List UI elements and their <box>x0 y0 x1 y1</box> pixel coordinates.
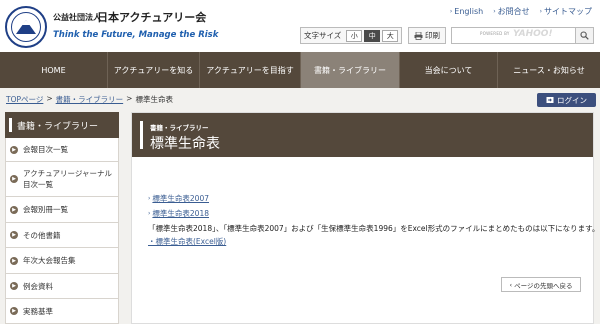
chevron-right-icon: › <box>449 8 453 15</box>
print-label: 印刷 <box>425 31 440 40</box>
excel-download-link[interactable]: ・標準生命表(Excel版) <box>148 236 226 247</box>
back-to-top-label: ページの先頭へ戻る <box>514 281 573 290</box>
sidebar-item-label: 例会資料 <box>23 281 53 291</box>
top-links: › English › お問合せ › サイトマップ <box>450 6 592 17</box>
search-button[interactable] <box>575 28 593 43</box>
sidebar-header: 書籍・ライブラリー <box>5 112 119 138</box>
nav-books-library[interactable]: 書籍・ライブラリー <box>301 52 400 88</box>
breadcrumb-separator: > <box>46 94 53 103</box>
nav-about-us[interactable]: 当会について <box>400 52 498 88</box>
sidebar-item-bulletin-supplement[interactable]: ▶ 会報別冊一覧 <box>5 197 119 223</box>
tagline: Think the Future, Manage the Risk <box>53 30 219 40</box>
breadcrumb-current: 標準生命表 <box>135 95 173 104</box>
org-prefix: 公益社団法人 <box>53 13 101 22</box>
sidebar-item-label: アクチュアリージャーナル目次一覧 <box>23 169 112 189</box>
nav-news[interactable]: ニュース・お知らせ <box>498 52 600 88</box>
chevron-right-icon: ▶ <box>10 307 18 315</box>
sidebar-item-journal-index[interactable]: ▶ アクチュアリージャーナル目次一覧 <box>5 162 119 197</box>
search-box: POWERED BY YAHOO! <box>451 27 594 44</box>
chevron-right-icon: › <box>148 195 151 202</box>
nav-about-actuary[interactable]: アクチュアリーを知る <box>108 52 200 88</box>
sidebar-item-label: 会報目次一覧 <box>23 145 68 154</box>
breadcrumb-top[interactable]: TOPページ <box>6 94 43 105</box>
main-content: 書籍・ライブラリー 標準生命表 › 標準生命表2007 › 標準生命表2018 … <box>131 112 599 324</box>
org-name[interactable]: 日本アクチュアリー会 <box>97 9 206 25</box>
login-label: ログイン <box>557 95 587 105</box>
sidebar-header-accent <box>9 118 12 132</box>
chevron-right-icon: › <box>493 8 496 15</box>
font-size-small-button[interactable]: 小 <box>346 29 363 42</box>
sitemap-link[interactable]: › サイトマップ <box>540 6 592 17</box>
chevron-right-icon: › <box>539 8 542 15</box>
nav-home[interactable]: HOME <box>0 52 108 88</box>
chevron-right-icon: ▶ <box>10 231 18 239</box>
chevron-right-icon: › <box>148 210 151 217</box>
chevron-right-icon: ▶ <box>10 282 18 290</box>
back-to-top-button[interactable]: ‹ ページの先頭へ戻る <box>501 277 581 292</box>
description-text: 「標準生命表2018」、「標準生命表2007」および「生保標準生命表1996」を… <box>148 224 600 233</box>
printer-icon <box>414 31 423 40</box>
chevron-right-icon: ▶ <box>10 175 18 183</box>
search-input[interactable] <box>453 29 574 42</box>
sidebar-item-practice-standards[interactable]: ▶ 実務基準 <box>5 299 119 324</box>
main-nav: HOME アクチュアリーを知る アクチュアリーを目指す 書籍・ライブラリー 当会… <box>0 52 600 88</box>
contact-link[interactable]: › お問合せ <box>493 6 529 17</box>
search-icon <box>580 31 589 40</box>
page-title-bar: 書籍・ライブラリー 標準生命表 <box>132 113 593 157</box>
sidebar-item-meeting-materials[interactable]: ▶ 例会資料 <box>5 274 119 299</box>
chevron-right-icon: ▶ <box>10 205 18 214</box>
sidebar-item-annual-meeting[interactable]: ▶ 年次大会報告集 <box>5 248 119 274</box>
page-subtitle: 書籍・ライブラリー <box>150 124 209 132</box>
chevron-right-icon: ▶ <box>10 256 18 265</box>
site-header: 公益社団法人 日本アクチュアリー会 Think the Future, Mana… <box>0 0 600 52</box>
sidebar-item-label: 年次大会報告集 <box>23 256 76 265</box>
breadcrumb-library[interactable]: 書籍・ライブラリー <box>56 94 124 105</box>
font-size-label: 文字サイズ <box>304 31 342 40</box>
print-button[interactable]: 印刷 <box>408 27 446 44</box>
sidebar-item-other-books[interactable]: ▶ その他書籍 <box>5 223 119 248</box>
life-table-2018-link[interactable]: › 標準生命表2018 <box>148 208 209 219</box>
font-size-large-button[interactable]: 大 <box>382 29 399 42</box>
life-table-2007-link[interactable]: › 標準生命表2007 <box>148 193 209 204</box>
nav-become-actuary[interactable]: アクチュアリーを目指す <box>200 52 301 88</box>
english-link[interactable]: › English <box>450 6 483 17</box>
login-button[interactable]: ログイン <box>537 93 596 107</box>
page-title: 標準生命表 <box>150 136 220 152</box>
sidebar-item-label: 会報別冊一覧 <box>23 205 68 214</box>
sidebar-item-bulletin-index[interactable]: ▶ 会報目次一覧 <box>5 138 119 162</box>
breadcrumb: TOPページ > 書籍・ライブラリー > 標準生命表 <box>6 94 173 105</box>
logo-seal[interactable] <box>5 6 47 48</box>
sidebar-item-label: 実務基準 <box>23 306 53 316</box>
chevron-up-icon: ‹ <box>509 280 513 289</box>
sidebar-item-label: その他書籍 <box>23 230 61 240</box>
font-size-medium-button[interactable]: 中 <box>364 29 381 42</box>
chevron-right-icon: ▶ <box>10 145 18 154</box>
font-size-selector: 文字サイズ 小 中 大 <box>300 27 403 44</box>
sidebar: 書籍・ライブラリー ▶ 会報目次一覧 ▶ アクチュアリージャーナル目次一覧 ▶ … <box>5 112 119 324</box>
login-icon <box>546 97 554 103</box>
breadcrumb-separator: > <box>126 94 133 103</box>
sidebar-title: 書籍・ライブラリー <box>17 121 99 132</box>
title-accent <box>140 121 143 149</box>
